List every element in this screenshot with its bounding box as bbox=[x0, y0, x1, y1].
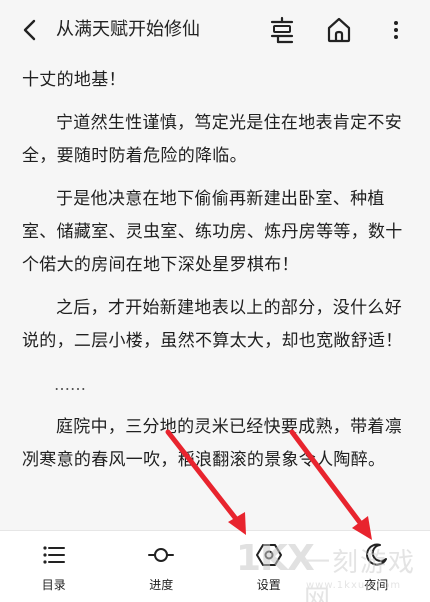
toolbar-progress-button[interactable]: 进度 bbox=[108, 531, 216, 602]
more-button[interactable] bbox=[382, 16, 410, 44]
toolbar-label: 夜间 bbox=[364, 578, 389, 592]
home-icon bbox=[327, 17, 351, 43]
toolbar-catalog-button[interactable]: 目录 bbox=[0, 531, 108, 602]
chapter-list-icon bbox=[270, 16, 294, 44]
back-button[interactable] bbox=[18, 18, 42, 42]
chapter-list-button[interactable] bbox=[268, 16, 296, 44]
reader-header: 从满天赋开始修仙 bbox=[0, 0, 430, 60]
progress-slider-icon bbox=[148, 548, 175, 562]
home-button[interactable] bbox=[325, 16, 353, 44]
settings-hexagon-icon bbox=[255, 544, 282, 566]
moon-icon bbox=[366, 543, 388, 566]
chevron-left-icon bbox=[23, 19, 36, 41]
menu-list-icon bbox=[43, 546, 65, 564]
paragraph: 庭院中，三分地的灵米已经快要成熟，带着凛冽寒意的春风一吹，稻浪翻滚的景象令人陶醉… bbox=[22, 417, 402, 470]
paragraph: 于是他决意在地下偷偷再新建出卧室、种植室、储藏室、灵虫室、练功房、炼丹房等等，数… bbox=[22, 189, 403, 275]
chapter-content[interactable]: 十丈的地基！ 宁道然生性谨慎，笃定光是住在地表肯定不安全，要随时防着危险的降临。… bbox=[0, 60, 430, 530]
toolbar-label: 目录 bbox=[41, 578, 66, 592]
section-break: …… bbox=[54, 375, 86, 394]
toolbar-settings-button[interactable]: 设置 bbox=[215, 531, 323, 602]
bottom-toolbar: 目录 进度 设置 夜间 bbox=[0, 530, 430, 602]
paragraph: 宁道然生性谨慎，笃定光是住在地表肯定不安全，要随时防着危险的降临。 bbox=[22, 113, 402, 166]
book-title: 从满天赋开始修仙 bbox=[56, 19, 200, 40]
more-icon bbox=[394, 21, 398, 39]
toolbar-night-mode-button[interactable]: 夜间 bbox=[323, 531, 430, 602]
paragraph: 之后，才开始新建地表以上的部分，没什么好说的，二层小楼，虽然不算太大，却也宽敞舒… bbox=[22, 298, 403, 351]
toolbar-label: 设置 bbox=[256, 578, 281, 592]
toolbar-label: 进度 bbox=[149, 578, 174, 592]
paragraph: 十丈的地基！ bbox=[22, 70, 126, 90]
